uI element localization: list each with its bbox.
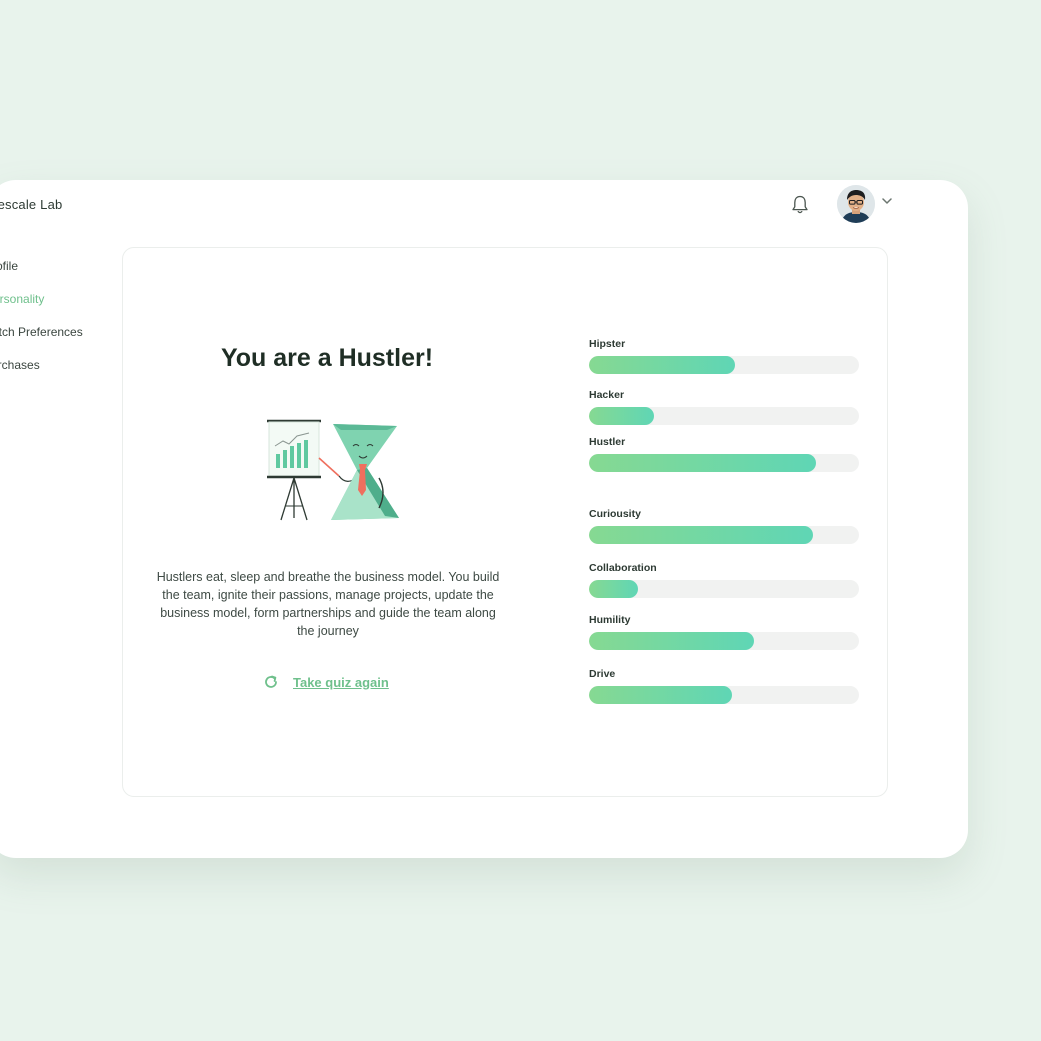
trait-fill xyxy=(589,632,754,650)
refresh-icon xyxy=(265,675,277,688)
trait-fill xyxy=(589,526,814,544)
trait-fill xyxy=(589,407,654,425)
trait-fill xyxy=(589,686,733,704)
trait-row: Hacker xyxy=(589,389,859,425)
trait-row: Drive xyxy=(589,668,859,704)
trait-label: Humility xyxy=(589,614,631,626)
trait-row: Curiousity xyxy=(589,508,859,544)
chevron-down-icon[interactable] xyxy=(881,196,893,206)
brand-name[interactable]: Rescale Lab xyxy=(0,197,62,212)
trait-row: Humility xyxy=(589,614,859,650)
personality-result-card: You are a Hustler! Hustlers eat, sleep a… xyxy=(122,247,888,797)
trait-label: Curiousity xyxy=(589,508,641,520)
sidebar-item-match-preferences[interactable]: Match Preferences xyxy=(0,325,83,339)
trait-fill xyxy=(589,356,735,374)
trait-fill xyxy=(589,454,816,472)
trait-track xyxy=(589,580,859,598)
trait-track xyxy=(589,526,859,544)
bell-icon[interactable] xyxy=(790,194,810,216)
trait-track xyxy=(589,632,859,650)
trait-row: Hustler xyxy=(589,436,859,472)
trait-label: Drive xyxy=(589,668,616,680)
trait-row: Hipster xyxy=(589,338,859,374)
avatar-photo xyxy=(837,185,875,223)
user-avatar[interactable] xyxy=(837,185,875,223)
app-window: Rescale Lab Profile Personality Match Pr… xyxy=(0,180,968,858)
result-title: You are a Hustler! xyxy=(220,344,434,372)
sidebar-item-profile[interactable]: Profile xyxy=(0,259,18,273)
trait-track xyxy=(589,356,859,374)
take-quiz-again-button[interactable]: Take quiz again xyxy=(263,674,389,690)
trait-row: Collaboration xyxy=(589,562,859,598)
trait-label: Hipster xyxy=(589,338,626,350)
trait-track xyxy=(589,454,859,472)
trait-fill xyxy=(589,580,638,598)
trait-label: Collaboration xyxy=(589,562,657,574)
trait-label: Hustler xyxy=(589,436,626,448)
trait-track xyxy=(589,407,859,425)
sidebar-item-personality[interactable]: Personality xyxy=(0,292,44,306)
result-description: Hustlers eat, sleep and breathe the busi… xyxy=(156,570,500,638)
trait-track xyxy=(589,686,859,704)
trait-label: Hacker xyxy=(589,389,625,401)
take-quiz-again-link[interactable]: Take quiz again xyxy=(293,675,389,690)
hustler-illustration xyxy=(267,419,399,521)
sidebar-item-purchases[interactable]: Purchases xyxy=(0,358,40,372)
